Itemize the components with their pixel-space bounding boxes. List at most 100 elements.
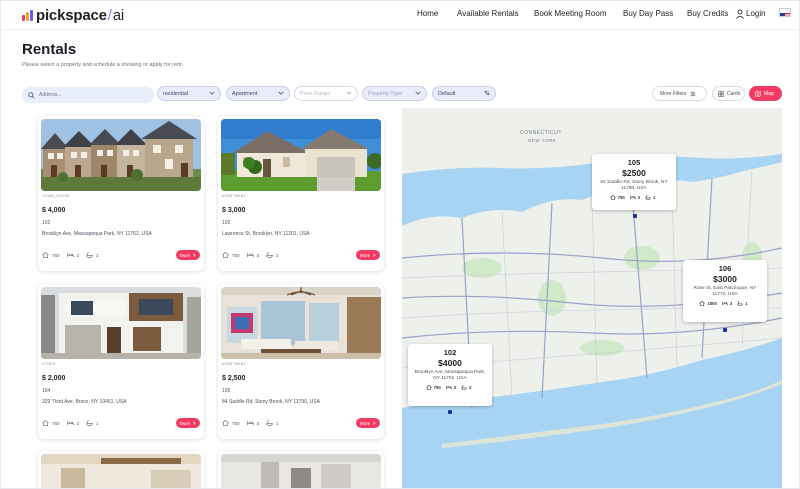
popup-address: Brooklyn Ave, Massapequa Park, NY 11762,… bbox=[414, 370, 486, 381]
nav-login[interactable]: Login bbox=[746, 9, 766, 18]
popup-price: $4000 bbox=[438, 358, 462, 368]
map-marker[interactable] bbox=[448, 410, 452, 414]
property-type-select[interactable]: Property Type bbox=[362, 86, 427, 101]
area-icon bbox=[42, 252, 49, 258]
category-select-value: residential bbox=[163, 90, 189, 97]
nav-buy-day-pass[interactable]: Buy Day Pass bbox=[623, 9, 673, 18]
address-search[interactable] bbox=[22, 87, 154, 103]
map-marker[interactable] bbox=[633, 214, 637, 218]
popup-unit: 102 bbox=[443, 348, 457, 357]
listing-price: $ 2,500 bbox=[222, 375, 246, 382]
listing-photo bbox=[41, 454, 201, 489]
listing-card[interactable] bbox=[218, 451, 384, 489]
more-button[interactable]: More bbox=[176, 418, 200, 428]
price-range-select-value: Price Range bbox=[300, 90, 331, 97]
bed-icon bbox=[246, 420, 254, 426]
rentals-map[interactable]: CONNECTICUT NEW YORK 105 $2500 84 Saddle… bbox=[402, 108, 782, 489]
area-icon bbox=[609, 195, 616, 200]
us-flag-icon[interactable] bbox=[779, 8, 791, 17]
cards-view-label: Cards bbox=[727, 90, 741, 97]
listing-photo bbox=[221, 119, 381, 191]
area-icon bbox=[222, 252, 229, 258]
price-range-select[interactable]: Price Range bbox=[294, 86, 358, 101]
map-popup[interactable]: 105 $2500 84 Saddle Rd, Stony Brook, NY … bbox=[592, 154, 676, 210]
map-icon bbox=[755, 90, 761, 97]
listing-stats: 750 3 1 bbox=[42, 420, 99, 426]
brand-logo[interactable]: pickspace/ai bbox=[22, 7, 124, 24]
more-button-label: More bbox=[179, 420, 191, 426]
listing-card[interactable]: OTHER $ 2,000 104 329 Third Ave, Bronx, … bbox=[38, 284, 204, 439]
nav-home[interactable]: Home bbox=[417, 9, 438, 18]
listing-sqft: 750 bbox=[232, 252, 240, 258]
brand-name-main: pickspace bbox=[36, 7, 107, 24]
popup-sqft: 750 bbox=[433, 385, 441, 390]
popup-baths: 1 bbox=[745, 301, 748, 306]
more-filters-label: More Filters bbox=[660, 90, 687, 97]
category-select[interactable]: residential bbox=[157, 86, 221, 101]
chevron-down-icon bbox=[209, 91, 215, 95]
listing-card[interactable]: APARTMENT $ 2,500 105 84 Saddle Rd, Ston… bbox=[218, 284, 384, 439]
listing-card[interactable]: TOWN_HOUSE $ 4,000 102 Brooklyn Ave, Mas… bbox=[38, 116, 204, 271]
property-kind-select[interactable]: Apartment bbox=[226, 86, 290, 101]
area-icon bbox=[699, 301, 706, 306]
listing-beds: 3 bbox=[256, 420, 260, 426]
more-button-label: More bbox=[179, 252, 191, 258]
chevron-down-icon bbox=[415, 91, 421, 95]
bath-icon bbox=[86, 420, 93, 426]
chevron-right-icon bbox=[193, 253, 196, 257]
listing-stats: 750 3 2 bbox=[42, 252, 99, 258]
listing-sqft: 750 bbox=[232, 420, 240, 426]
property-type-label: APARTMENT bbox=[222, 362, 246, 366]
page-title: Rentals bbox=[22, 41, 77, 58]
area-icon bbox=[222, 420, 229, 426]
chevron-right-icon bbox=[193, 421, 196, 425]
listing-price: $ 3,000 bbox=[222, 207, 246, 214]
property-type-label: TOWN_HOUSE bbox=[42, 194, 71, 198]
listing-beds: 3 bbox=[76, 252, 80, 258]
nav-book-meeting-room[interactable]: Book Meeting Room bbox=[534, 9, 606, 18]
more-button[interactable]: More bbox=[356, 418, 380, 428]
more-filters-button[interactable]: More Filters bbox=[652, 86, 707, 101]
map-popup[interactable]: 102 $4000 Brooklyn Ave, Massapequa Park,… bbox=[408, 344, 492, 406]
user-icon bbox=[736, 9, 744, 19]
property-kind-select-value: Apartment bbox=[232, 90, 258, 97]
map-marker[interactable] bbox=[723, 328, 727, 332]
bed-icon bbox=[66, 420, 74, 426]
listing-stats: 750 3 1 bbox=[222, 420, 279, 426]
map-popup[interactable]: 106 $3000 Rose St, East Patchogue, NY 11… bbox=[683, 260, 767, 322]
sort-select[interactable]: Default bbox=[432, 86, 496, 101]
popup-baths: 1 bbox=[653, 195, 656, 200]
listing-address: 84 Saddle Rd, Stony Brook, NY 11790, USA bbox=[222, 399, 320, 405]
sort-icon bbox=[484, 90, 490, 96]
popup-price: $2500 bbox=[622, 168, 646, 178]
area-icon bbox=[425, 385, 432, 390]
address-search-input[interactable] bbox=[39, 92, 139, 98]
nav-buy-credits[interactable]: Buy Credits bbox=[687, 9, 728, 18]
logo-bars-icon bbox=[22, 10, 33, 21]
more-button[interactable]: More bbox=[176, 250, 200, 260]
listing-photo bbox=[41, 119, 201, 191]
listing-address: Lawrence St, Brooklyn, NY 11201, USA bbox=[222, 231, 310, 237]
bed-icon bbox=[66, 252, 74, 258]
page-subtitle: Please select a property and schedule a … bbox=[22, 62, 184, 68]
property-type-select-value: Property Type bbox=[368, 90, 403, 97]
more-button[interactable]: More bbox=[356, 250, 380, 260]
listing-unit: 105 bbox=[222, 388, 231, 394]
popup-stats: 750 3 2 bbox=[408, 385, 492, 390]
cards-view-button[interactable]: Cards bbox=[712, 86, 745, 101]
top-navbar: pickspace/ai Home Available Rentals Book… bbox=[0, 0, 800, 30]
sort-select-value: Default bbox=[438, 90, 456, 97]
listing-unit: 104 bbox=[42, 388, 51, 394]
listing-price: $ 4,000 bbox=[42, 207, 66, 214]
popup-stats: 1000 3 1 bbox=[683, 301, 767, 306]
popup-address: Rose St, East Patchogue, NY 11772, USA bbox=[693, 286, 757, 297]
bath-icon bbox=[86, 252, 93, 258]
popup-unit: 106 bbox=[718, 264, 732, 273]
listing-card[interactable] bbox=[38, 451, 204, 489]
chevron-down-icon bbox=[346, 91, 352, 95]
listing-card[interactable]: APARTMENT $ 3,000 102 Lawrence St, Brook… bbox=[218, 116, 384, 271]
listing-price: $ 2,000 bbox=[42, 375, 66, 382]
nav-available-rentals[interactable]: Available Rentals bbox=[457, 9, 519, 18]
popup-price: $3000 bbox=[713, 274, 737, 284]
map-view-button[interactable]: Map bbox=[749, 86, 782, 101]
